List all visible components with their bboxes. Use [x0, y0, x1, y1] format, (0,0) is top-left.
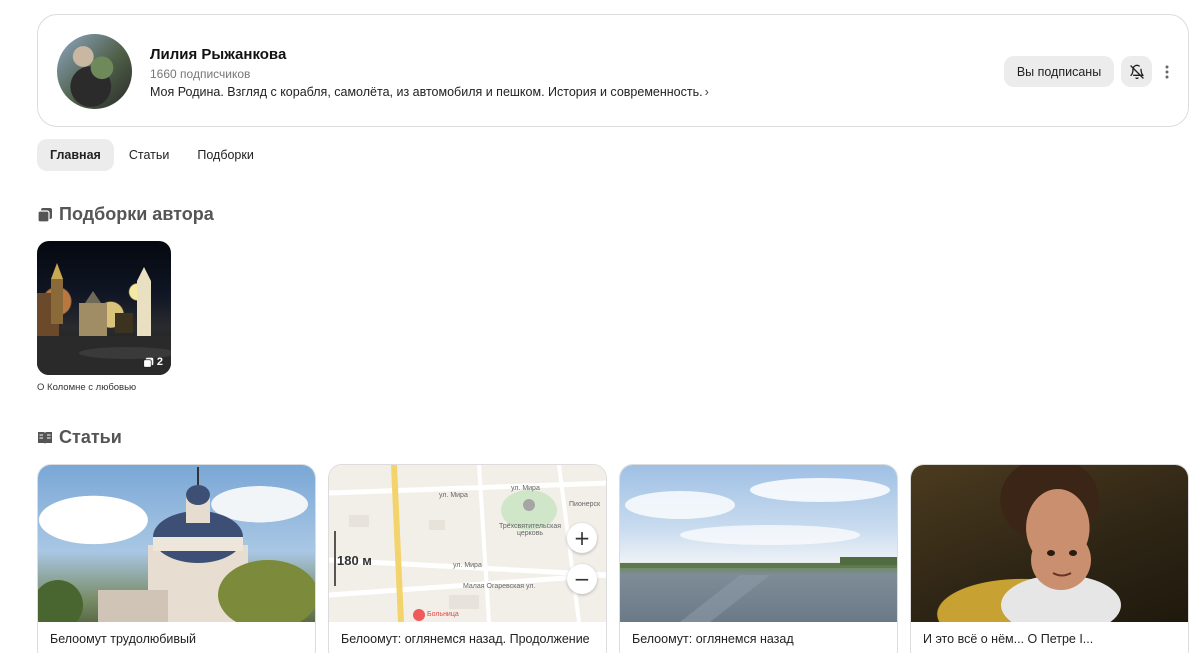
article-card[interactable]: И это всё о нём... О Петре I...	[910, 464, 1189, 653]
chevron-right-icon: ›	[704, 85, 709, 99]
articles-section-title: Статьи	[37, 427, 122, 448]
map-poi-label: Больница	[427, 611, 459, 618]
avatar[interactable]	[57, 34, 132, 109]
tabs-bar: Главная Статьи Подборки	[37, 139, 269, 171]
collections-section-title: Подборки автора	[37, 204, 214, 225]
profile-description[interactable]: Моя Родина. Взгляд с корабля, самолёта, …	[150, 85, 709, 99]
map-street-label: Малая Огаревская ул.	[463, 583, 536, 590]
article-card[interactable]: Белоомут: оглянемся назад	[619, 464, 898, 653]
more-options-button[interactable]	[1158, 60, 1176, 84]
profile-card: Лилия Рыжанкова 1660 подписчиков Моя Род…	[37, 14, 1189, 127]
article-title[interactable]: Белоомут: оглянемся назад. Продолжение	[341, 631, 596, 648]
article-image	[620, 465, 897, 622]
stack-icon	[37, 207, 52, 223]
map-scale-bar	[334, 531, 336, 586]
map-scale-label: 180 м	[337, 553, 372, 568]
map-street-label: ул. Мира	[439, 492, 468, 499]
tab-collections[interactable]: Подборки	[184, 139, 266, 171]
map-street-label: Пионерск	[569, 501, 601, 508]
collection-cover-image	[37, 263, 171, 375]
collection-card[interactable]: 2	[37, 241, 171, 375]
profile-name[interactable]: Лилия Рыжанкова	[150, 46, 286, 63]
map-street-label: ул. Мира	[453, 562, 482, 569]
article-card[interactable]: 180 м ул. Мира ул. Мира Трёхсвятительска…	[328, 464, 607, 653]
more-vertical-icon	[1165, 65, 1169, 79]
subscribed-button[interactable]: Вы подписаны	[1004, 56, 1114, 87]
article-image	[911, 465, 1188, 622]
stack-icon	[143, 357, 154, 368]
bell-off-icon	[1129, 64, 1144, 79]
map-street-label: ул. Мира	[511, 485, 540, 492]
collection-count-badge: 2	[143, 356, 163, 368]
article-image	[38, 465, 315, 622]
article-title[interactable]: Белоомут: оглянемся назад	[632, 631, 887, 648]
profile-description-text: Моя Родина. Взгляд с корабля, самолёта, …	[150, 85, 703, 99]
map-poi-label: Трёхсвятительская церковь	[498, 523, 562, 537]
notifications-button[interactable]	[1121, 56, 1152, 87]
tab-articles[interactable]: Статьи	[116, 139, 183, 171]
map-zoom-out-button[interactable]: −	[567, 564, 597, 594]
article-image-map: 180 м ул. Мира ул. Мира Трёхсвятительска…	[329, 465, 606, 622]
collection-count: 2	[156, 356, 163, 368]
collections-title-text: Подборки автора	[59, 204, 214, 224]
tab-main[interactable]: Главная	[37, 139, 114, 171]
collection-caption[interactable]: О Коломне с любовью	[37, 382, 136, 393]
articles-title-text: Статьи	[59, 427, 122, 447]
map-zoom-in-button[interactable]: +	[567, 523, 597, 553]
article-title[interactable]: Белоомут трудолюбивый	[50, 631, 305, 648]
subscribers-count: 1660 подписчиков	[150, 67, 251, 81]
article-title[interactable]: И это всё о нём... О Петре I...	[923, 631, 1178, 648]
article-card[interactable]: Белоомут трудолюбивый	[37, 464, 316, 653]
book-icon	[38, 431, 52, 444]
